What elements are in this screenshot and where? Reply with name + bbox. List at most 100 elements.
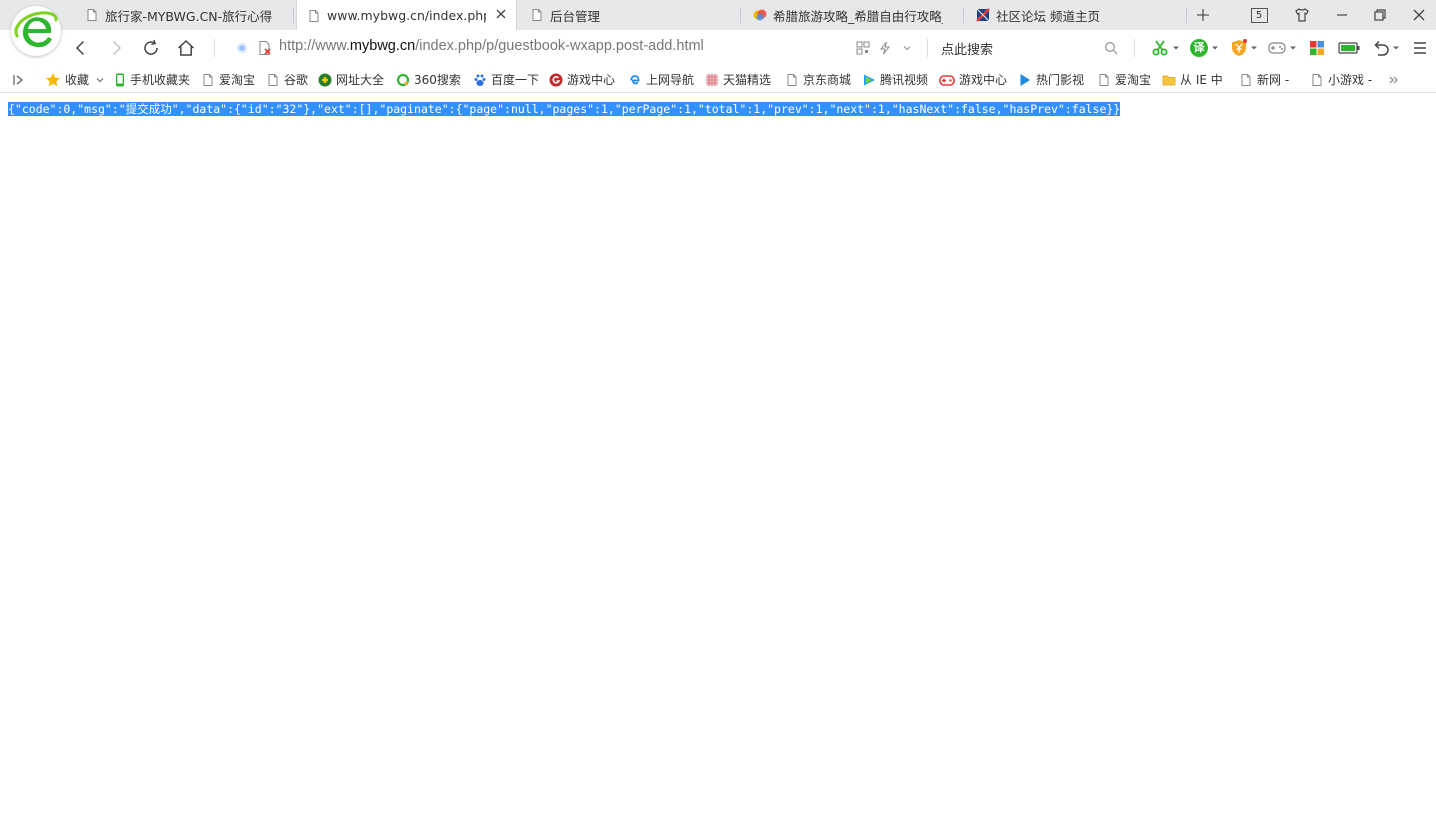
- page-icon: [1241, 73, 1251, 86]
- bookmark-web-nav[interactable]: 上网导航: [628, 71, 694, 88]
- close-tab-icon[interactable]: [494, 7, 508, 21]
- bookmark-label: 腾讯视频: [880, 73, 929, 87]
- apps-button[interactable]: [1306, 37, 1328, 59]
- forum-icon: [976, 8, 990, 22]
- minimize-button[interactable]: [1332, 5, 1352, 25]
- reload-button[interactable]: [140, 37, 162, 59]
- yen-shield-icon: [1232, 39, 1247, 56]
- translate-button[interactable]: 译: [1188, 37, 1210, 59]
- bookmark-tmall[interactable]: 天猫精选: [705, 71, 771, 88]
- bookmark-label: 小游戏 -: [1328, 73, 1373, 87]
- gamepad-icon: [939, 74, 955, 86]
- restore-button[interactable]: [1370, 5, 1390, 25]
- search-input[interactable]: 点此搜索: [941, 39, 993, 58]
- bookmark-favorites[interactable]: 收藏: [45, 71, 105, 88]
- insecure-page-icon: [259, 41, 271, 55]
- address-dropdown-button[interactable]: [896, 37, 918, 59]
- bookmark-tencent-video[interactable]: 腾讯视频: [862, 71, 928, 88]
- browser-logo-icon[interactable]: [11, 6, 61, 56]
- bookmark-folder-from-ie[interactable]: 从 IE 中: [1162, 71, 1223, 88]
- undo-dropdown[interactable]: [1390, 37, 1402, 59]
- tab-guestbook-active[interactable]: www.mybwg.cn/index.php/p/guestbook-wxapp…: [296, 0, 517, 31]
- bookmark-label: 热门影视: [1036, 73, 1085, 87]
- bookmarks-overflow-button[interactable]: [1388, 71, 1400, 88]
- scissors-icon: [1152, 40, 1168, 56]
- undo-icon: [1374, 40, 1389, 56]
- speed-mode-button[interactable]: [874, 37, 896, 59]
- json-response-text[interactable]: {"code":0,"msg":"提交成功","data":{"id":"32"…: [8, 102, 1121, 117]
- folder-icon: [1162, 75, 1176, 85]
- tab-label: 后台管理: [550, 8, 601, 24]
- battery-icon: [1338, 42, 1360, 54]
- security-status-button[interactable]: [254, 37, 276, 59]
- close-window-button[interactable]: [1409, 5, 1429, 25]
- page-icon: [309, 9, 319, 22]
- translate-icon: 译: [1190, 39, 1208, 57]
- coupon-button[interactable]: [1228, 37, 1250, 59]
- game-dropdown[interactable]: [1287, 37, 1299, 59]
- plus-icon: [1197, 9, 1209, 21]
- bookmark-label: 手机收藏夹: [130, 73, 191, 87]
- skin-button[interactable]: [1292, 5, 1312, 25]
- page-icon: [87, 9, 97, 21]
- sidebar-expand-icon: [13, 74, 23, 85]
- bookmark-jd[interactable]: 京东商城: [785, 71, 851, 88]
- qr-code-button[interactable]: [852, 37, 874, 59]
- new-tab-button[interactable]: [1193, 5, 1213, 25]
- screenshot-button[interactable]: [1149, 37, 1171, 59]
- bookmark-game-center[interactable]: 游戏中心: [549, 71, 615, 88]
- bookmark-label: 百度一下: [491, 73, 540, 87]
- tab-counter-button[interactable]: 5: [1249, 5, 1269, 25]
- game-g-icon: [549, 73, 563, 86]
- tab-divider: [293, 7, 294, 23]
- back-button[interactable]: [70, 37, 92, 59]
- caret-down-icon: [1173, 46, 1179, 50]
- bookmark-label: 天猫精选: [723, 73, 772, 87]
- double-chevron-right-icon: [1389, 76, 1398, 83]
- main-menu-button[interactable]: [1409, 37, 1431, 59]
- site-nav-icon: [318, 73, 332, 86]
- bookmark-label: 爱淘宝: [1115, 73, 1152, 87]
- battery-button[interactable]: [1338, 37, 1360, 59]
- bookmark-hot-movies[interactable]: 热门影视: [1018, 71, 1084, 88]
- bookmark-site-directory[interactable]: 网址大全: [318, 71, 384, 88]
- bookmark-mini-games[interactable]: 小游戏 -: [1310, 71, 1372, 88]
- tab-greece-travel[interactable]: 希腊旅游攻略_希腊自由行攻略_: [743, 0, 943, 30]
- qr-code-icon: [856, 41, 870, 55]
- bookmark-label: 游戏中心: [959, 73, 1008, 87]
- bookmark-xinwang[interactable]: 新网 -: [1239, 71, 1289, 88]
- bookmark-baidu[interactable]: 百度一下: [473, 71, 539, 88]
- sidebar-toggle-button[interactable]: [10, 71, 26, 88]
- bookmark-aitaobao-2[interactable]: 爱淘宝: [1097, 71, 1151, 88]
- search-360-icon: [396, 73, 410, 86]
- home-button[interactable]: [175, 37, 197, 59]
- translate-dropdown[interactable]: [1209, 37, 1221, 59]
- bookmark-label: 游戏中心: [567, 73, 616, 87]
- tab-admin[interactable]: 后台管理: [520, 0, 720, 30]
- bookmark-label: 爱淘宝: [219, 73, 256, 87]
- home-icon: [177, 39, 195, 56]
- tab-forum[interactable]: 社区论坛 频道主页: [966, 0, 1166, 30]
- undo-close-button[interactable]: [1370, 37, 1392, 59]
- bookmark-mobile[interactable]: 手机收藏夹: [114, 71, 190, 88]
- tab-count-badge: 5: [1250, 7, 1268, 23]
- bookmarks-bar: 收藏 手机收藏夹 爱淘宝 谷歌 网址大全 360搜索 百度一下 游戏中心 上网导…: [0, 66, 1436, 93]
- address-bar[interactable]: http://www.mybwg.cn/index.php/p/guestboo…: [279, 38, 704, 54]
- coupon-dropdown[interactable]: [1248, 37, 1260, 59]
- search-button[interactable]: [1100, 37, 1122, 59]
- ie-icon: [630, 74, 640, 84]
- bookmark-360-search[interactable]: 360搜索: [396, 71, 461, 88]
- page-icon: [1312, 73, 1322, 86]
- restore-icon: [1374, 9, 1386, 21]
- tab-mybwg-home[interactable]: 旅行家-MYBWG.CN-旅行心得: [75, 0, 275, 30]
- screenshot-dropdown[interactable]: [1170, 37, 1182, 59]
- page-icon: [203, 73, 213, 86]
- bookmark-aitaobao[interactable]: 爱淘宝: [201, 71, 255, 88]
- site-info-button[interactable]: [231, 37, 253, 59]
- caret-down-icon: [1212, 46, 1218, 50]
- bookmark-google[interactable]: 谷歌: [266, 71, 308, 88]
- minimize-icon: [1337, 14, 1347, 16]
- forward-button[interactable]: [105, 37, 127, 59]
- game-button[interactable]: [1266, 37, 1288, 59]
- bookmark-game-center-2[interactable]: 游戏中心: [939, 71, 1007, 88]
